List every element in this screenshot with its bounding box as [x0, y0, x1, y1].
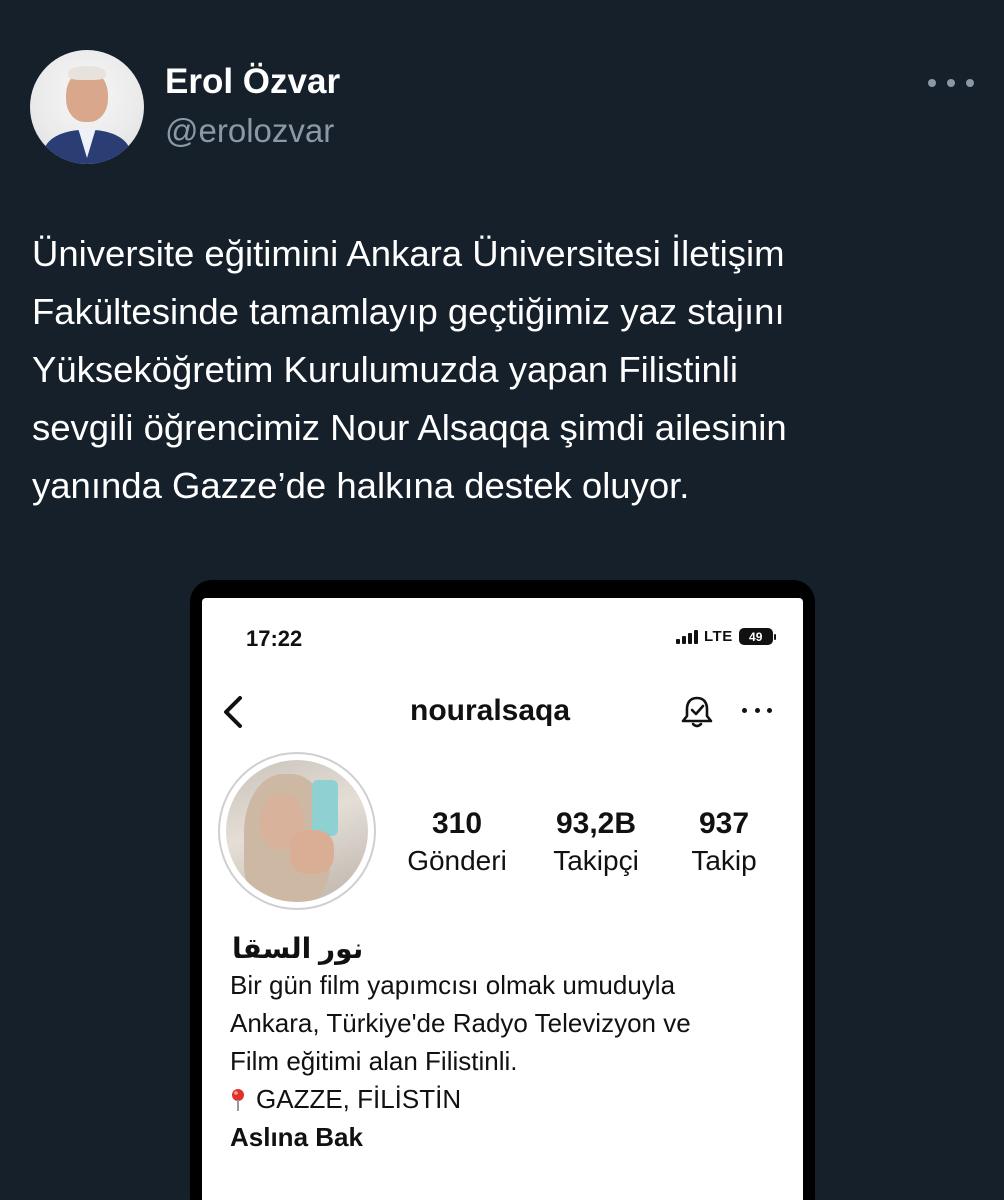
stat-value: 93,2B: [555, 807, 637, 840]
tweet-media-image[interactable]: 17:22 LTE 49 nouralsaqa 310 Gönderi 93,2…: [190, 580, 815, 1200]
stat-value: 310: [431, 807, 483, 840]
stat-value: 937: [698, 807, 750, 840]
stat-posts: 310 Gönderi: [402, 806, 512, 880]
stat-followers: 93,2B Takipçi: [538, 806, 654, 880]
battery-icon: 49: [738, 628, 776, 645]
battery-level: 49: [749, 629, 763, 644]
tweet-text: Üniversite eğitimini Ankara Üniversitesi…: [32, 225, 982, 515]
tweet-text-line: Yükseköğretim Kurulumuzda yapan Filistin…: [32, 349, 738, 390]
profile-picture: [218, 752, 376, 910]
tweet-text-line: Fakültesinde tamamlayıp geçtiğimiz yaz s…: [32, 291, 785, 332]
status-indicators: LTE 49: [676, 628, 776, 645]
stat-label: Takipçi: [553, 845, 639, 876]
author-handle[interactable]: @erolozvar: [165, 112, 334, 150]
more-horizontal-icon: [742, 708, 772, 716]
tweet-text-line: yanında Gazze’de halkına destek oluyor.: [32, 465, 690, 506]
profile-bio: Bir gün film yapımcısı olmak umuduyla An…: [230, 966, 800, 1080]
bio-line: Bir gün film yapımcısı olmak umuduyla: [230, 970, 676, 1000]
stat-label: Gönderi: [407, 845, 507, 876]
location-text: GAZZE, FİLİSTİN: [256, 1084, 462, 1114]
signal-icon: [676, 629, 698, 644]
stat-label: Takip: [691, 845, 757, 876]
instagram-profile-screenshot: 17:22 LTE 49 nouralsaqa 310 Gönderi 93,2…: [202, 598, 803, 1200]
bio-line: Ankara, Türkiye'de Radyo Televizyon ve: [230, 1008, 691, 1038]
tweet: Erol Özvar @erolozvar Üniversite eğitimi…: [0, 0, 1004, 1200]
chevron-left-icon: [224, 696, 242, 728]
profile-link: Aslına Bak: [230, 1122, 363, 1152]
tweet-text-line: Üniversite eğitimini Ankara Üniversitesi…: [32, 233, 785, 274]
notification-bell-icon: [681, 696, 713, 728]
bio-line: Film eğitimi alan Filistinli.: [230, 1046, 518, 1076]
author-display-name[interactable]: Erol Özvar: [165, 62, 340, 102]
more-options-icon[interactable]: [926, 66, 976, 100]
profile-username: nouralsaqa: [410, 694, 571, 727]
stat-following: 937 Takip: [674, 806, 774, 880]
author-avatar[interactable]: [30, 50, 144, 164]
location-pin-icon: [232, 1088, 244, 1111]
status-time: 17:22: [246, 626, 303, 651]
tweet-text-line: sevgili öğrencimiz Nour Alsaqqa şimdi ai…: [32, 407, 787, 448]
profile-location: GAZZE, FİLİSTİN: [230, 1084, 461, 1115]
network-label: LTE: [704, 628, 733, 645]
profile-full-name: نور السقا: [232, 933, 364, 964]
